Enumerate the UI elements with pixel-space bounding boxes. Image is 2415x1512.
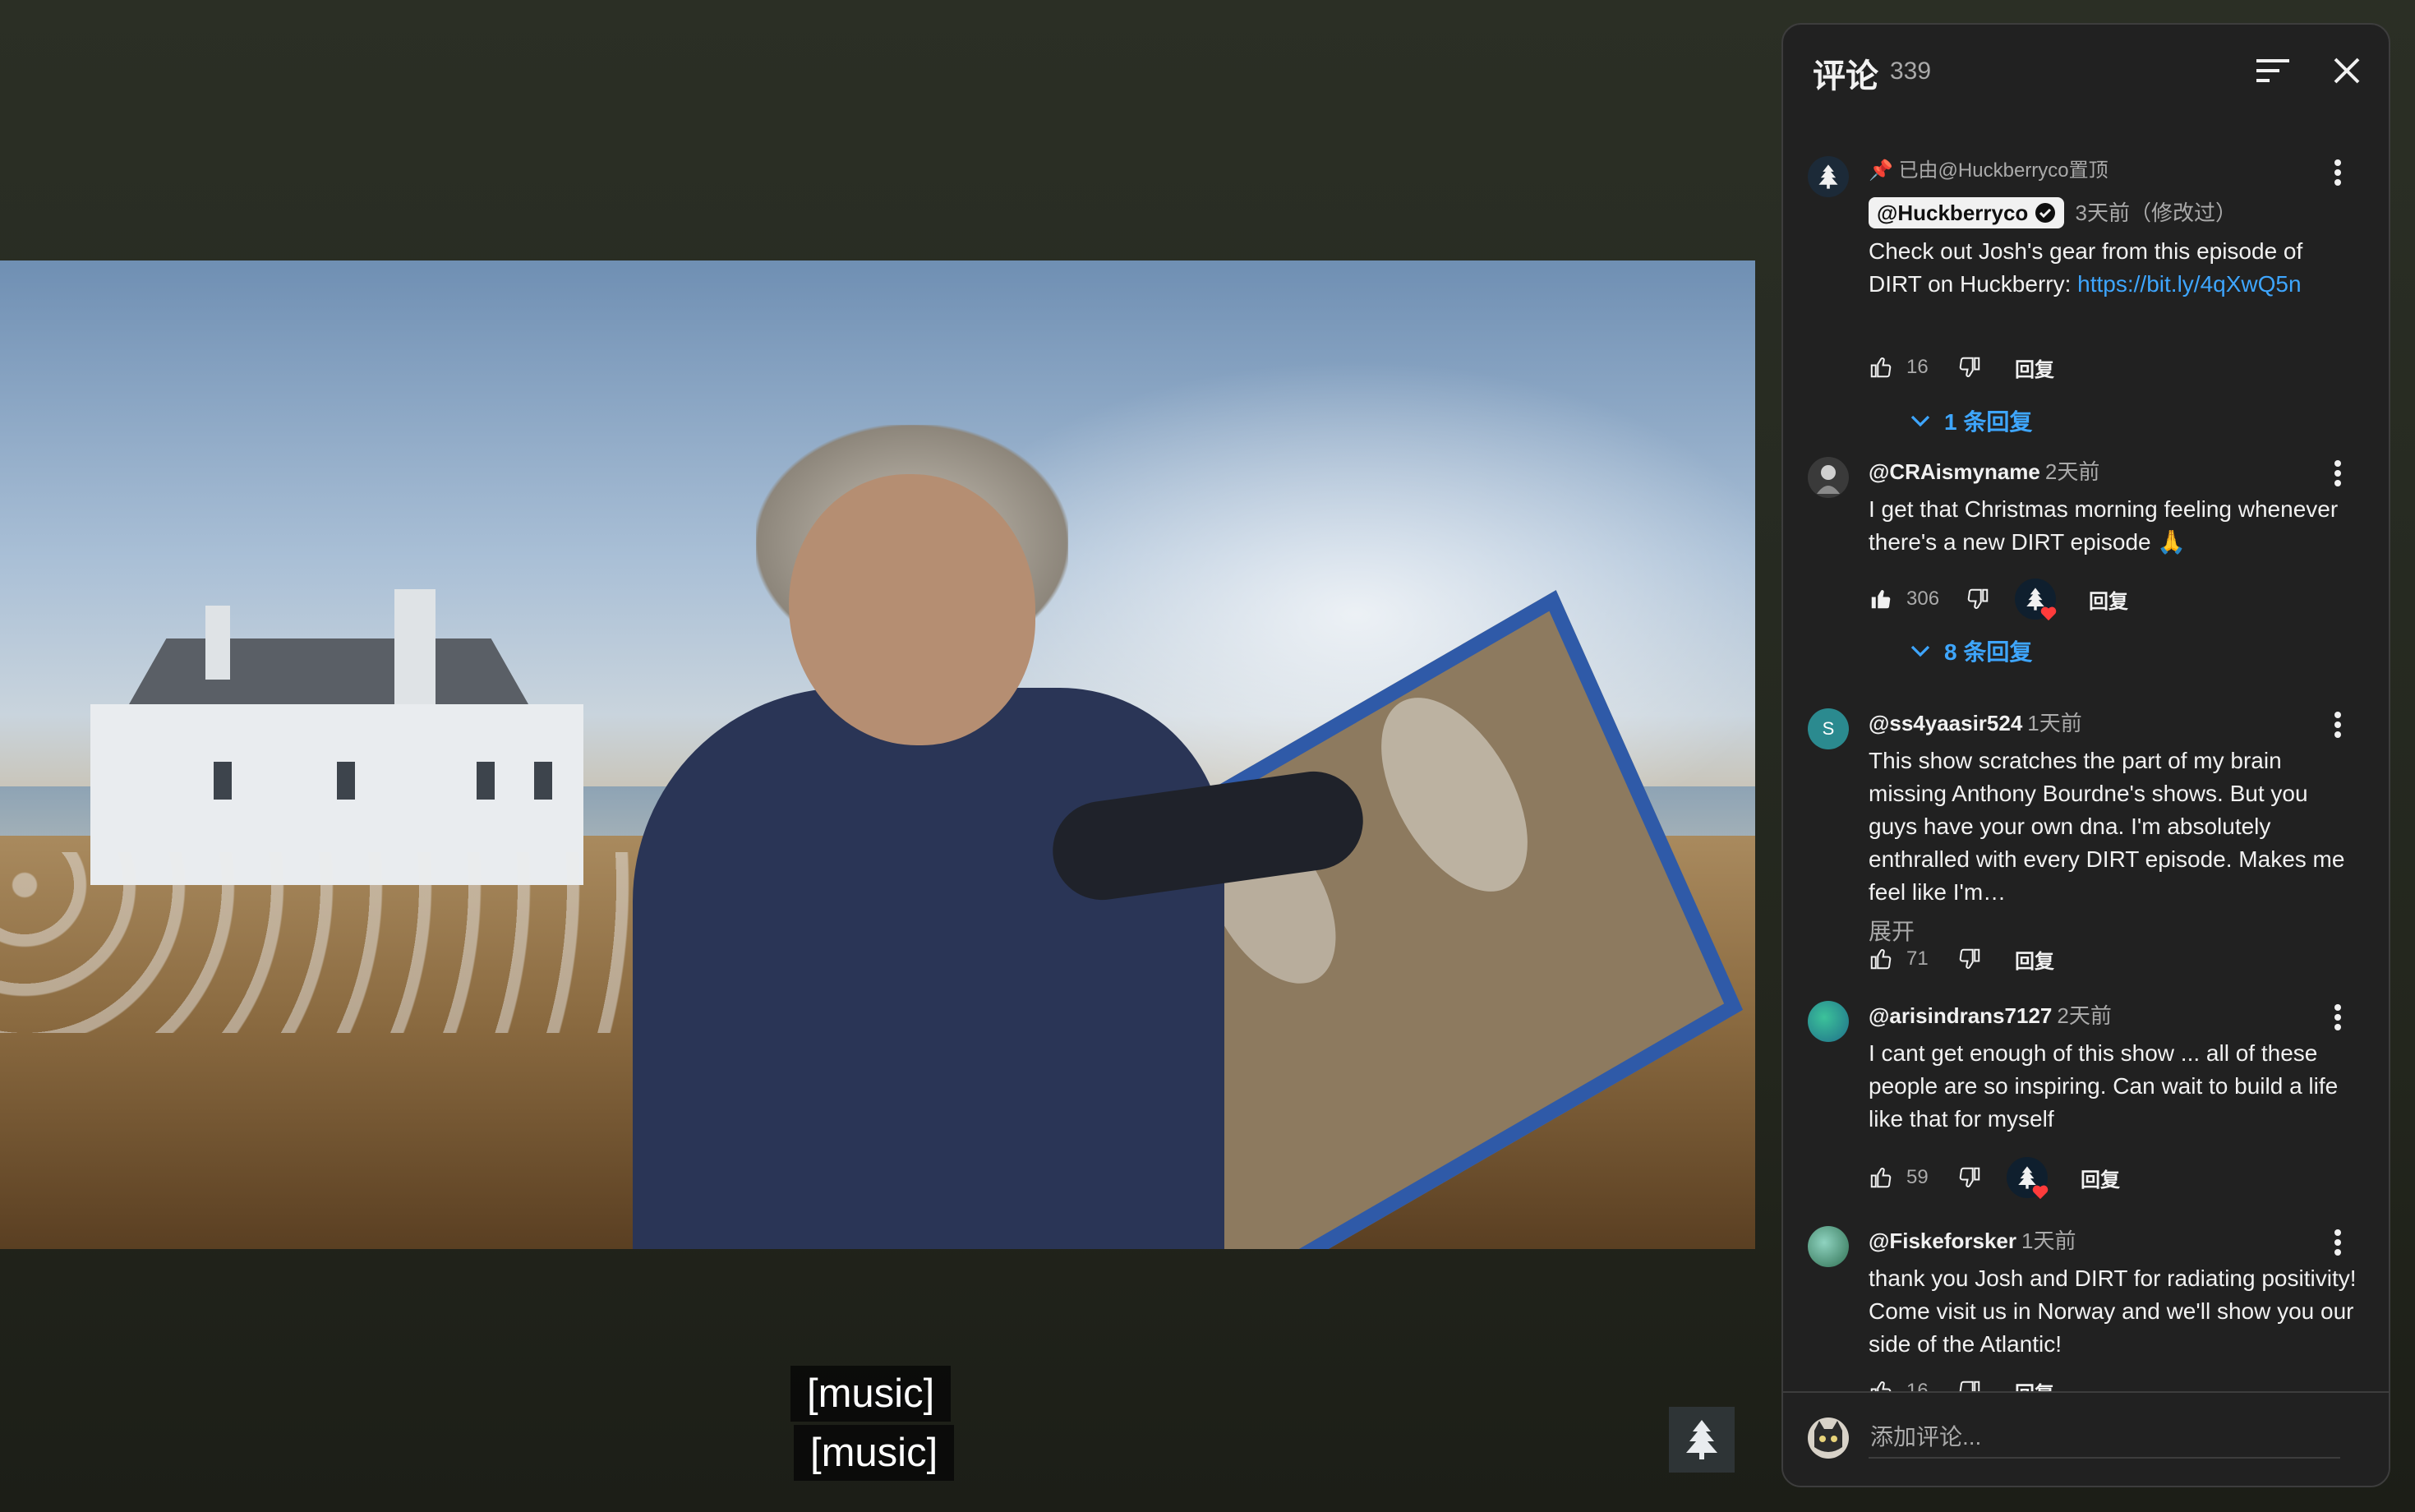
like-button[interactable] [1869,587,1893,611]
more-actions-button[interactable] [2325,1001,2350,1034]
thumb-up-icon [1870,949,1892,970]
comments-list[interactable]: 📌 已由@Huckberryco置顶 @Huckberryco 3天前（修改过）… [1783,131,2389,1413]
thumb-down-icon [1967,588,1989,609]
pinned-label: 📌 已由@Huckberryco置顶 [1869,159,2109,182]
reply-button[interactable]: 回复 [2081,1164,2120,1192]
cat-avatar-icon [1814,1421,1842,1452]
more-actions-button[interactable] [2325,156,2350,189]
dislike-button[interactable] [1957,1165,1982,1190]
comment-time: 2天前 [2057,1003,2112,1028]
comment-text: Check out Josh's gear from this episode … [1869,238,2303,297]
comment-time: 2天前 [2044,459,2100,484]
thumb-up-filled-icon [1871,590,1891,609]
add-comment-input[interactable] [1869,1418,2340,1459]
reply-button[interactable]: 回复 [2015,353,2054,382]
view-replies-button[interactable]: 8 条回复 [1908,633,2032,669]
more-vert-icon [2334,1004,2341,1030]
comment-text: thank you Josh and DIRT for radiating po… [1869,1265,2357,1357]
author-badge[interactable]: @Huckberryco [1869,197,2065,228]
more-actions-button[interactable] [2325,1226,2350,1259]
comment-actions: 16 回复 [1869,347,2054,388]
comment-link[interactable]: https://bit.ly/4qXwQ5n [2077,271,2301,297]
like-count: 16 [1906,356,1929,378]
close-button[interactable] [2330,54,2363,87]
comment-author[interactable]: @CRAismyname [1869,459,2040,484]
like-button[interactable] [1869,947,1893,971]
comment-author[interactable]: @Fiskeforsker [1869,1228,2016,1253]
caption-line-1: [music] [790,1366,952,1422]
huckberry-watermark[interactable] [1669,1407,1735,1473]
like-button[interactable] [1869,1165,1893,1190]
avatar[interactable] [1808,1226,1849,1267]
reply-button[interactable]: 回复 [2015,945,2054,974]
close-icon [2334,58,2360,84]
view-replies-button[interactable]: 1 条回复 [1908,403,2032,439]
avatar[interactable]: S [1808,708,1849,749]
huckberry-tree-icon [1686,1420,1717,1459]
comment-actions: 71 回复 [1869,938,2054,980]
thumb-down-icon [1959,357,1980,377]
like-count: 306 [1906,588,1940,610]
more-actions-button[interactable] [2325,708,2350,741]
artist-vest [633,688,1224,1249]
comment-time: 1天前 [2027,711,2082,735]
avatar[interactable] [1808,1001,1849,1042]
current-user-avatar[interactable] [1808,1418,1849,1459]
comment-time: 3天前（修改过） [2075,201,2238,225]
comments-title: 评论 [1813,58,1878,94]
comment-actions: 306 回复 [1869,579,2128,621]
thumb-down-icon [1959,1167,1980,1187]
more-vert-icon [2334,712,2341,738]
thumb-up-icon [1870,357,1892,378]
comments-panel: 评论 339 📌 已由@Huckberryco置顶 @Huckberryco 3… [1781,23,2390,1487]
huckberry-tree-icon [1818,164,1838,189]
sort-icon [2256,59,2289,82]
comments-header: 评论 339 [1783,25,2389,115]
dislike-button[interactable] [1966,587,1990,611]
like-count: 71 [1906,947,1929,970]
more-vert-icon [2334,159,2341,186]
video-frame[interactable] [0,260,1755,1249]
reply-button[interactable]: 回复 [2089,585,2128,614]
comment-time: 1天前 [2021,1228,2076,1253]
verified-icon [2035,203,2056,223]
comment-text: I cant get enough of this show ... all o… [1869,1040,2339,1132]
heart-icon [2040,606,2057,621]
heart-icon [2032,1185,2049,1200]
comment-author[interactable]: @arisindrans7127 [1869,1003,2052,1028]
dislike-button[interactable] [1957,947,1982,971]
dislike-button[interactable] [1957,355,1982,380]
avatar[interactable] [1808,457,1849,498]
comment-actions: 59 回复 [1869,1157,2120,1200]
like-count: 59 [1906,1166,1929,1188]
sort-button[interactable] [2255,56,2291,85]
like-button[interactable] [1869,355,1893,380]
more-vert-icon [2334,1229,2341,1256]
pin-icon: 📌 [1869,159,1893,182]
creator-heart-badge [2015,579,2057,621]
chevron-down-icon [1910,645,1930,657]
comment-author[interactable]: @ss4yaasir524 [1869,711,2022,735]
user-avatar-icon [1817,465,1840,494]
thumb-down-icon [1959,948,1980,969]
comment-text: This show scratches the part of my brain… [1869,748,2345,905]
more-actions-button[interactable] [2325,457,2350,490]
more-vert-icon [2334,460,2341,486]
caption-line-2: [music] [794,1425,955,1481]
creator-heart-badge [2007,1157,2049,1200]
avatar[interactable] [1808,156,1849,197]
add-comment-bar [1783,1391,2389,1486]
thumb-up-icon [1870,1168,1892,1188]
white-house [90,589,583,885]
chevron-down-icon [1910,415,1930,427]
gannet-flock [0,852,674,1033]
comments-count: 339 [1890,58,1932,85]
comment-text: I get that Christmas morning feeling whe… [1869,496,2339,555]
